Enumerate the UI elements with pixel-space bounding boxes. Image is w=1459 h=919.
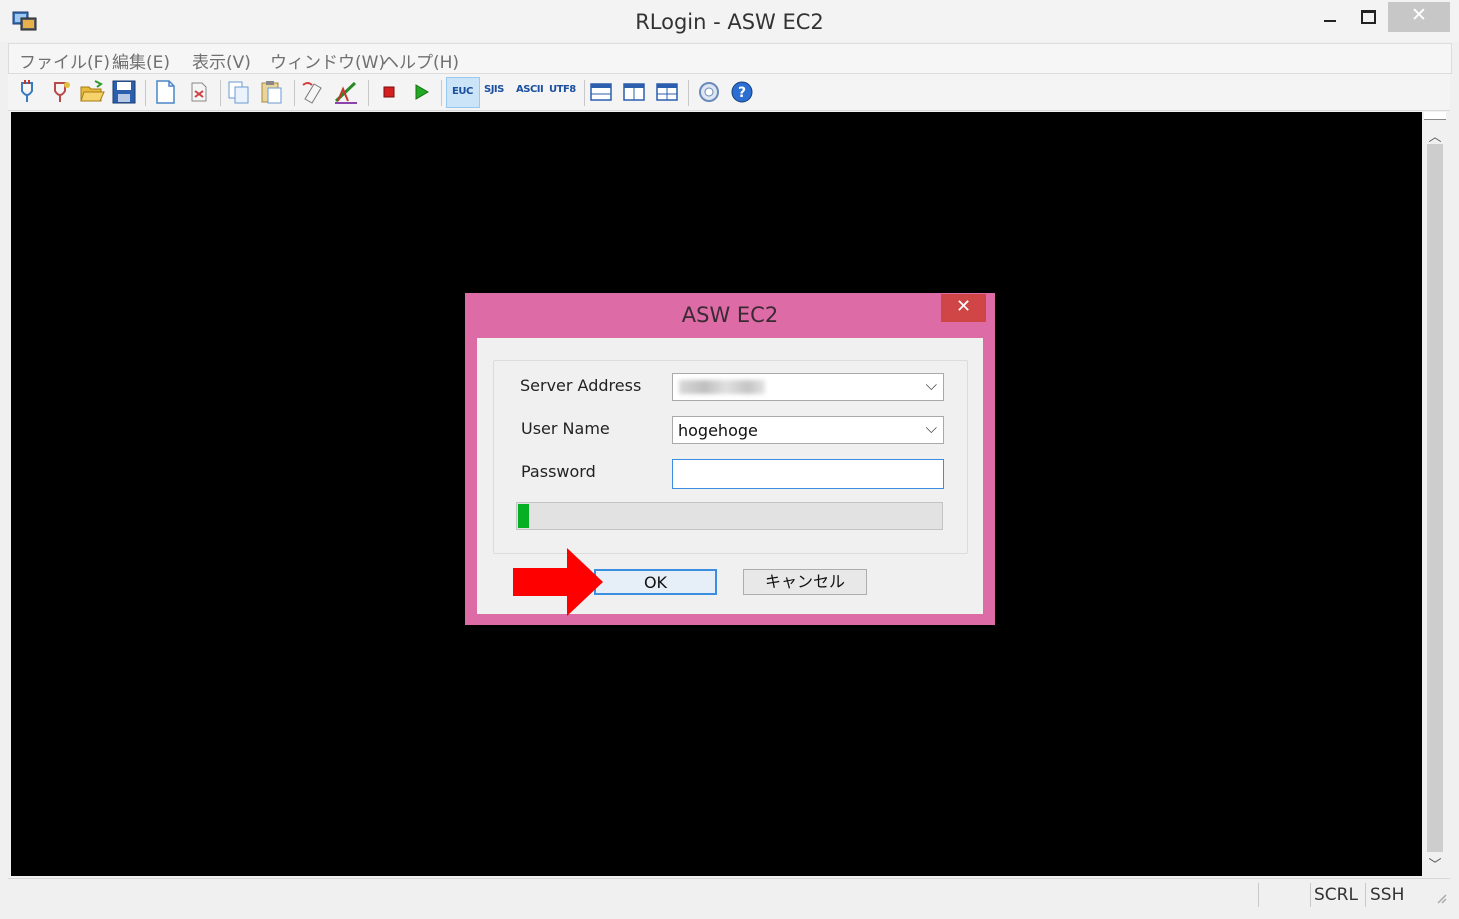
- status-panel-blank: [1258, 883, 1309, 907]
- encoding-sjis-button[interactable]: SJIS: [484, 84, 504, 95]
- split-window-icon[interactable]: [621, 79, 647, 105]
- encoding-utf8-button[interactable]: UTF8: [549, 84, 576, 95]
- svg-text:?: ?: [738, 85, 746, 101]
- clear-icon[interactable]: [300, 79, 326, 105]
- password-label: Password: [521, 462, 596, 481]
- status-protocol: SSH: [1370, 885, 1405, 905]
- open-folder-icon[interactable]: [79, 79, 105, 105]
- cancel-button[interactable]: キャンセル: [743, 569, 867, 595]
- title-bar: RLogin - ASW EC2 ✕: [0, 0, 1459, 42]
- encoding-euc-label: EUC: [452, 86, 473, 97]
- dialog-title: ASW EC2: [681, 303, 779, 327]
- dialog-close-button[interactable]: ✕: [941, 294, 986, 322]
- progress-fill: [518, 504, 529, 528]
- scroll-up-icon[interactable]: ︿: [1424, 126, 1446, 145]
- user-name-combo[interactable]: hogehoge ⌵: [672, 416, 944, 444]
- new-connection-icon[interactable]: [47, 79, 73, 105]
- menu-bar: ファイル(F) 編集(E) 表示(V) ウィンドウ(W) ヘルプ(H): [8, 43, 1452, 74]
- user-name-value: hogehoge: [678, 421, 758, 440]
- toolbar-separator: [220, 80, 221, 106]
- login-fields-group: Server Address ⌵ User Name hogehoge ⌵ Pa…: [493, 360, 968, 554]
- chevron-down-icon[interactable]: ⌵: [926, 376, 937, 394]
- scrollbar-thumb[interactable]: [1427, 144, 1443, 852]
- ok-button[interactable]: OK: [594, 569, 717, 595]
- toolbar: EUC SJIS ASCII UTF8 ?: [8, 74, 1450, 111]
- menu-help[interactable]: ヘルプ(H): [382, 48, 459, 73]
- save-icon[interactable]: [111, 79, 137, 105]
- status-bar: SCRL SSH: [8, 878, 1450, 911]
- toolbar-separator: [584, 80, 585, 106]
- window-layout-icon[interactable]: [588, 79, 614, 105]
- file-transfer-icon[interactable]: [186, 79, 212, 105]
- user-name-label: User Name: [521, 419, 610, 438]
- help-icon[interactable]: ?: [729, 79, 755, 105]
- resize-grip-icon[interactable]: [1434, 891, 1448, 905]
- server-address-label: Server Address: [520, 376, 642, 395]
- split-handle[interactable]: [1424, 112, 1446, 120]
- menu-window[interactable]: ウィンドウ(W): [270, 48, 385, 73]
- connect-icon[interactable]: [14, 79, 40, 105]
- vertical-scrollbar[interactable]: ︿ ﹀: [1424, 112, 1446, 876]
- settings-gear-icon[interactable]: [696, 79, 722, 105]
- new-document-icon[interactable]: [152, 79, 178, 105]
- status-scroll: SCRL: [1314, 885, 1358, 905]
- toolbar-separator: [145, 80, 146, 106]
- server-address-value: [679, 380, 765, 394]
- menu-view[interactable]: 表示(V): [192, 48, 251, 73]
- toolbar-separator: [368, 80, 369, 106]
- close-button[interactable]: ✕: [1388, 2, 1450, 32]
- encoding-euc-button[interactable]: EUC: [446, 77, 480, 108]
- scroll-down-icon[interactable]: ﹀: [1424, 854, 1446, 873]
- encoding-ascii-button[interactable]: ASCII: [516, 84, 544, 95]
- menu-file[interactable]: ファイル(F): [19, 48, 110, 73]
- minimize-button[interactable]: [1312, 4, 1346, 32]
- paste-icon[interactable]: [259, 79, 285, 105]
- menu-edit[interactable]: 編集(E): [112, 48, 170, 73]
- play-icon[interactable]: [408, 79, 434, 105]
- toolbar-separator: [441, 80, 442, 106]
- tile-window-icon[interactable]: [654, 79, 680, 105]
- window-title: RLogin - ASW EC2: [635, 10, 824, 34]
- toolbar-separator: [294, 80, 295, 106]
- close-icon: ✕: [955, 296, 972, 317]
- close-icon: ✕: [1411, 4, 1427, 26]
- server-address-combo[interactable]: ⌵: [672, 373, 944, 401]
- toolbar-separator: [688, 80, 689, 106]
- maximize-button[interactable]: [1350, 4, 1384, 32]
- password-field[interactable]: [672, 459, 944, 489]
- font-color-icon[interactable]: [333, 79, 359, 105]
- copy-icon[interactable]: [226, 79, 252, 105]
- stop-icon[interactable]: [376, 79, 402, 105]
- red-annotation-arrow-icon: [513, 548, 603, 616]
- chevron-down-icon[interactable]: ⌵: [926, 419, 937, 437]
- connection-progress-bar: [516, 502, 943, 530]
